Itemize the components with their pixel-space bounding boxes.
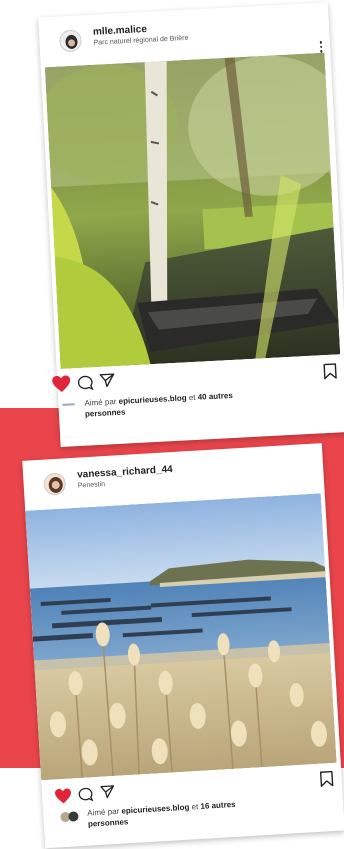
instagram-post-2: vanessa_richard_44 Penestin Aimé par epi… — [22, 443, 344, 849]
liker-avatars — [62, 403, 75, 406]
likes-user-link[interactable]: epicurieuses.blog — [121, 803, 189, 816]
likes-count[interactable]: 40 autres — [197, 391, 233, 402]
comment-icon[interactable] — [78, 786, 94, 802]
likes-prefix: Aimé par — [84, 397, 117, 408]
avatar[interactable] — [58, 29, 83, 53]
comment-icon[interactable] — [77, 374, 94, 391]
post-photo[interactable] — [25, 493, 337, 781]
share-icon[interactable] — [100, 784, 116, 800]
likes-user-link[interactable]: epicurieuses.blog — [118, 393, 186, 406]
likes-conjunction: et — [191, 802, 199, 812]
likes-count[interactable]: 16 autres — [200, 800, 236, 811]
likes-suffix[interactable]: personnes — [85, 408, 126, 419]
share-icon[interactable] — [99, 372, 116, 389]
likes-conjunction: et — [188, 392, 196, 403]
bookmark-icon[interactable] — [319, 770, 334, 788]
heart-icon[interactable] — [51, 374, 72, 393]
heart-icon[interactable] — [54, 788, 73, 805]
avatar[interactable] — [43, 472, 67, 496]
instagram-post-1: mlle.malice Parc naturel régional de Bri… — [38, 2, 344, 447]
bookmark-icon[interactable] — [323, 362, 338, 380]
likes-prefix: Aimé par — [87, 806, 120, 818]
likes-suffix[interactable]: personnes — [88, 817, 129, 828]
liker-avatars — [60, 811, 79, 822]
post-photo[interactable] — [44, 52, 341, 369]
